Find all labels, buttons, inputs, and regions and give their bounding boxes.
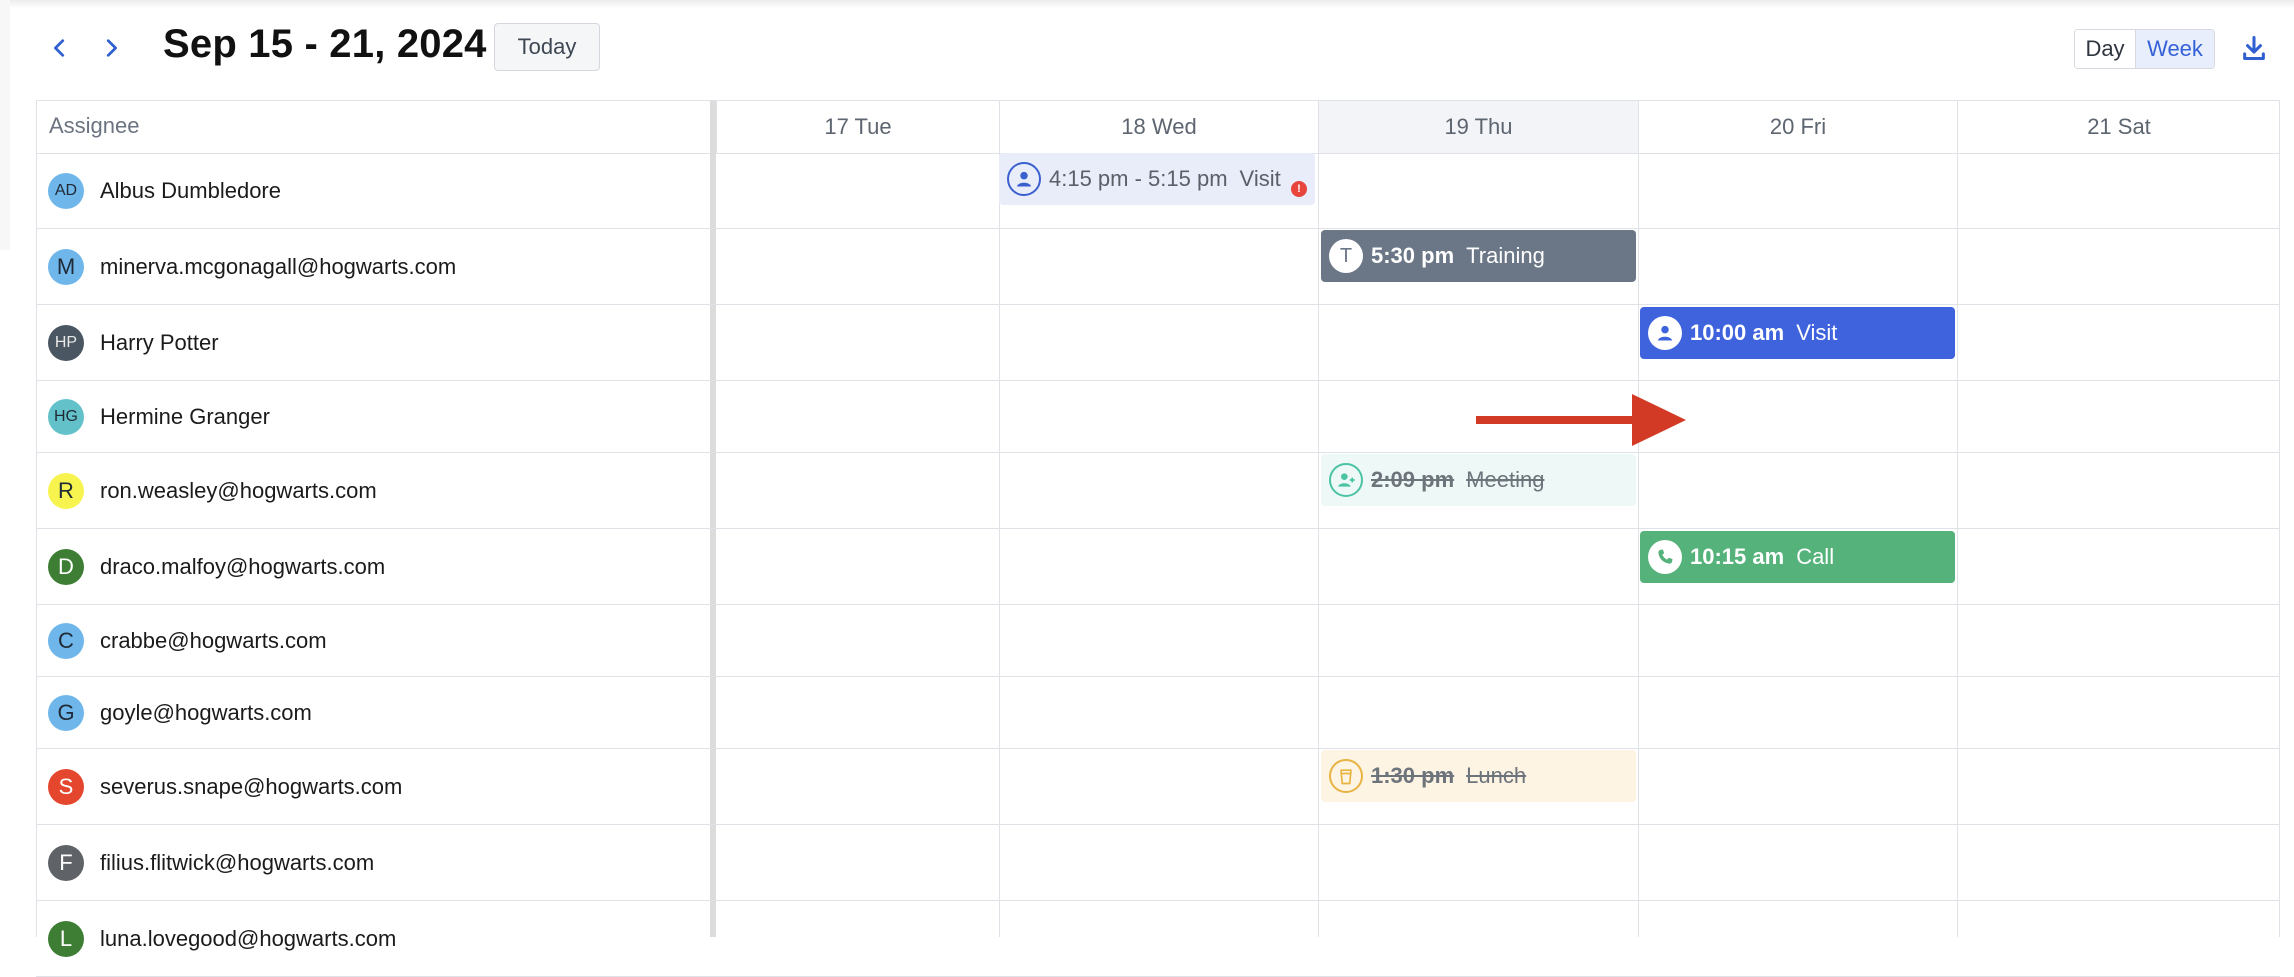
- assignee-row: Ffilius.flitwick@hogwarts.com: [36, 825, 2280, 901]
- event-title: Training: [1466, 243, 1545, 268]
- week-grid: Assignee 17 Tue 18 Wed 19 Thu 20 Fri 21 Sat …: [36, 100, 2280, 977]
- assignee-name[interactable]: luna.lovegood@hogwarts.com: [100, 926, 396, 952]
- assignee-name[interactable]: draco.malfoy@hogwarts.com: [100, 554, 385, 580]
- day-header-19-thu[interactable]: 19 Thu: [1318, 101, 1638, 153]
- avatar: L: [48, 921, 84, 957]
- cup-icon: [1329, 759, 1363, 793]
- event-title: Lunch: [1466, 763, 1527, 788]
- event-visit-wed[interactable]: 4:15 pm - 5:15 pm Visit!: [999, 153, 1315, 205]
- avatar: S: [48, 769, 84, 805]
- week-view-button[interactable]: Week: [2136, 30, 2214, 68]
- event-time: 5:30 pm: [1371, 243, 1455, 268]
- assignee-row: Sseverus.snape@hogwarts.com: [36, 749, 2280, 825]
- event-time: 10:15 am: [1690, 544, 1785, 569]
- chevron-left-icon: [54, 39, 65, 57]
- person-icon: [1648, 316, 1682, 350]
- assignee-name[interactable]: filius.flitwick@hogwarts.com: [100, 850, 374, 876]
- letter-t-icon: T: [1329, 239, 1363, 273]
- person-add-icon: [1329, 463, 1363, 497]
- date-range-title: Sep 15 - 21, 2024: [163, 22, 487, 66]
- assignee-row: Mminerva.mcgonagall@hogwarts.com: [36, 229, 2280, 305]
- event-title: Call: [1796, 544, 1835, 569]
- event-time: 4:15 pm - 5:15 pm: [1049, 166, 1228, 191]
- assignee-row: Lluna.lovegood@hogwarts.com: [36, 901, 2280, 977]
- assignee-name[interactable]: goyle@hogwarts.com: [100, 700, 312, 726]
- event-title: Meeting: [1466, 467, 1545, 492]
- event-time: 2:09 pm: [1371, 467, 1455, 492]
- chevron-right-icon: [106, 39, 117, 57]
- avatar: G: [48, 695, 84, 731]
- download-icon: [2243, 35, 2265, 61]
- assignee-row: HG Hermine Granger: [36, 381, 2280, 453]
- phone-icon: [1648, 540, 1682, 574]
- day-header-18-wed[interactable]: 18 Wed: [999, 101, 1318, 153]
- event-meeting-thu[interactable]: 2:09 pm Meeting: [1321, 454, 1636, 506]
- avatar: HG: [48, 399, 84, 435]
- event-visit-fri[interactable]: 10:00 am Visit: [1640, 307, 1955, 359]
- assignee-name[interactable]: severus.snape@hogwarts.com: [100, 774, 402, 800]
- assignee-name[interactable]: Albus Dumbledore: [100, 178, 281, 204]
- assignee-name[interactable]: Harry Potter: [100, 330, 219, 356]
- assignee-name[interactable]: crabbe@hogwarts.com: [100, 628, 327, 654]
- assignee-row: Rron.weasley@hogwarts.com: [36, 453, 2280, 529]
- avatar: R: [48, 473, 84, 509]
- avatar: D: [48, 549, 84, 585]
- assignee-name[interactable]: Hermine Granger: [100, 404, 270, 430]
- calendar-toolbar: Sep 15 - 21, 2024 Today Day Week: [0, 0, 2294, 250]
- event-title: Visit: [1239, 166, 1281, 191]
- download-button[interactable]: [2236, 30, 2272, 66]
- red-arrow-icon: [1476, 394, 1686, 446]
- avatar: M: [48, 249, 84, 285]
- view-toggle: Day Week: [2074, 29, 2215, 69]
- avatar: F: [48, 845, 84, 881]
- day-header-17-tue[interactable]: 17 Tue: [716, 101, 999, 153]
- day-header-20-fri[interactable]: 20 Fri: [1638, 101, 1957, 153]
- event-lunch-thu[interactable]: 1:30 pm Lunch: [1321, 750, 1636, 802]
- assignee-name[interactable]: minerva.mcgonagall@hogwarts.com: [100, 254, 456, 280]
- error-badge-icon: !: [1291, 181, 1307, 197]
- previous-week-button[interactable]: [42, 30, 78, 66]
- event-call-fri[interactable]: 10:15 am Call: [1640, 531, 1955, 583]
- event-title: Visit: [1796, 320, 1838, 345]
- avatar: C: [48, 623, 84, 659]
- event-training-thu[interactable]: T 5:30 pm Training: [1321, 230, 1636, 282]
- day-header-21-sat[interactable]: 21 Sat: [1957, 101, 2280, 153]
- next-week-button[interactable]: [93, 30, 129, 66]
- left-edge-strip: [0, 0, 10, 250]
- avatar: HP: [48, 325, 84, 361]
- event-time: 10:00 am: [1690, 320, 1785, 345]
- avatar: AD: [48, 173, 84, 209]
- assignee-row: Ggoyle@hogwarts.com: [36, 677, 2280, 749]
- assignee-name[interactable]: ron.weasley@hogwarts.com: [100, 478, 377, 504]
- event-time: 1:30 pm: [1371, 763, 1455, 788]
- today-button[interactable]: Today: [494, 23, 600, 71]
- toolbar-shadow: [0, 0, 2294, 8]
- assignee-row: Ccrabbe@hogwarts.com: [36, 605, 2280, 677]
- day-view-button[interactable]: Day: [2075, 30, 2136, 68]
- person-icon: [1007, 162, 1041, 196]
